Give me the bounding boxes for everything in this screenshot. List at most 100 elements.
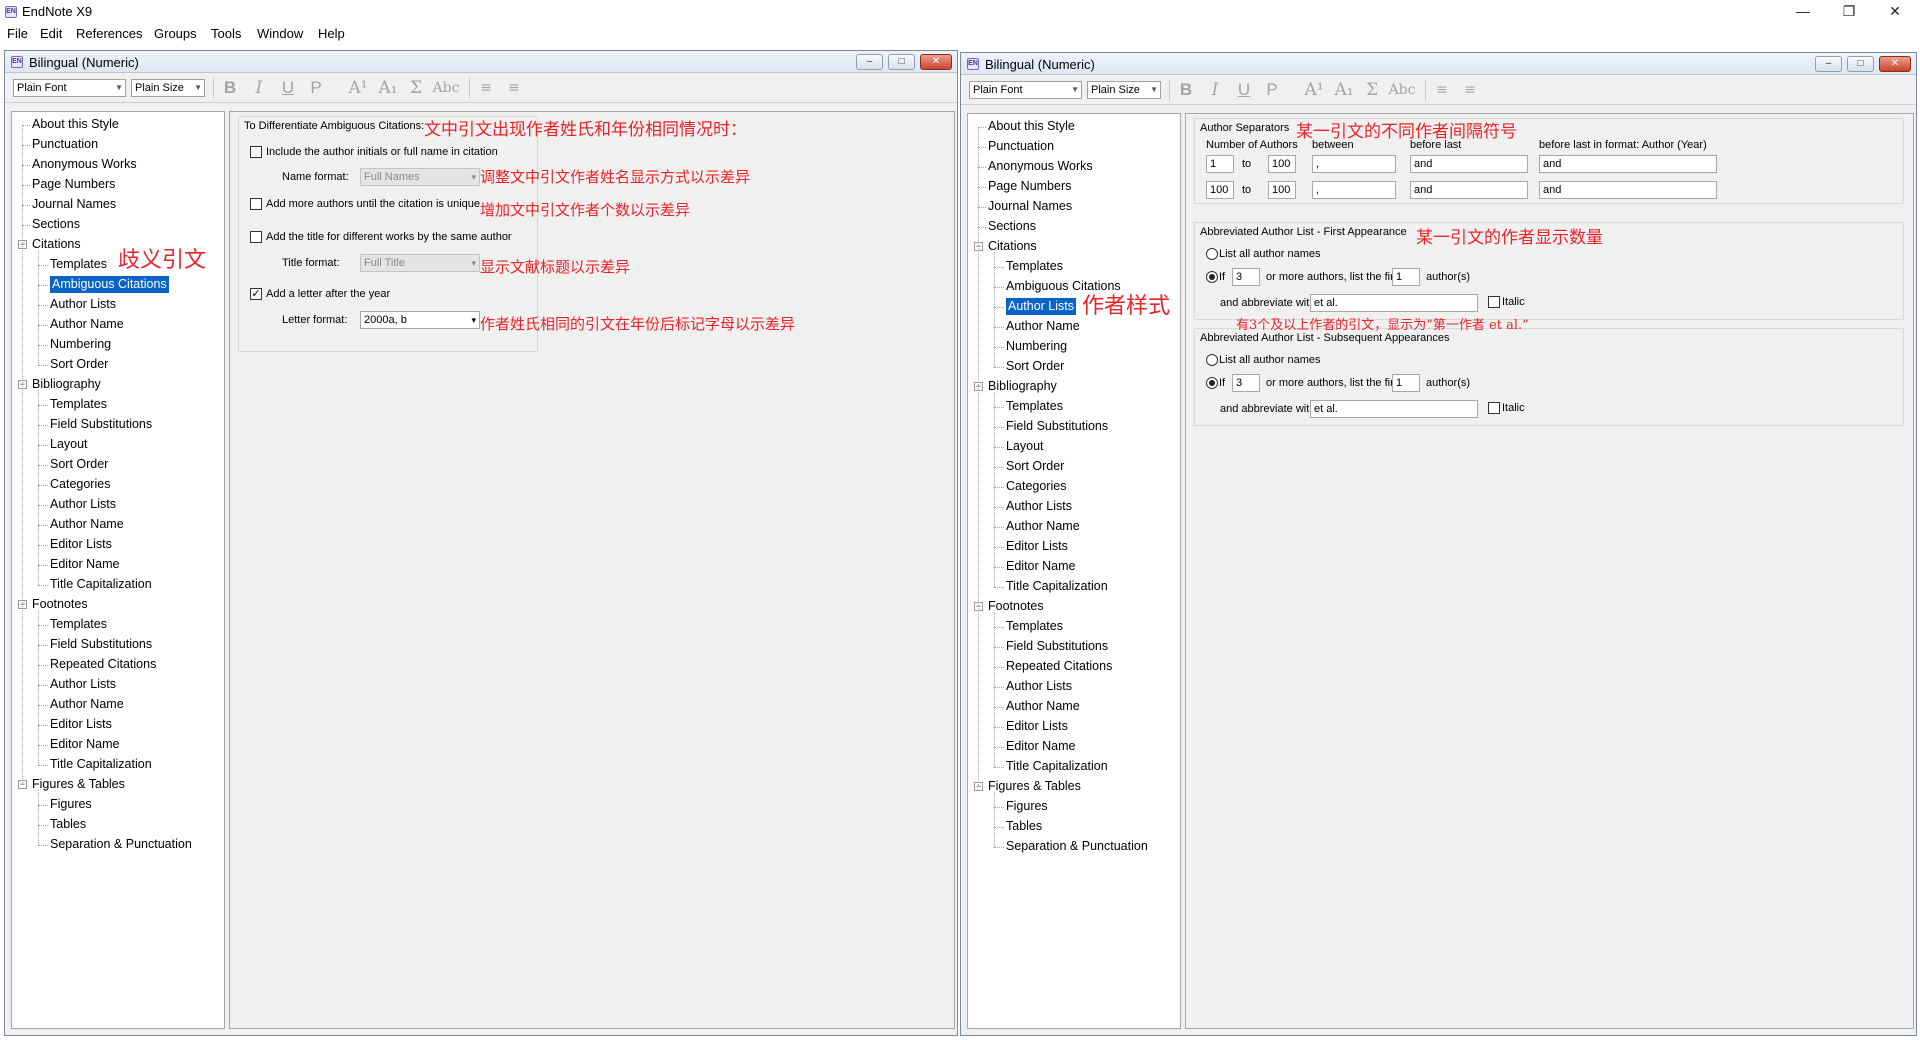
minimize-icon[interactable]: –	[1815, 56, 1842, 72]
tree-item-templates[interactable]: Templates	[1006, 258, 1063, 275]
maximize-icon[interactable]: □	[888, 54, 915, 70]
tree-item-separation-punctuation[interactable]: Separation & Punctuation	[50, 836, 192, 853]
add-authors-checkbox[interactable]	[250, 198, 262, 210]
menu-help[interactable]: Help	[318, 26, 345, 41]
tree-item-author-name[interactable]: Author Name	[50, 316, 124, 333]
tree-item-punctuation[interactable]: Punctuation	[32, 136, 98, 153]
abbreviate-input[interactable]: et al.	[1310, 400, 1478, 418]
minimize-icon[interactable]: —	[1780, 0, 1826, 22]
tree-item-field-substitutions[interactable]: Field Substitutions	[50, 416, 152, 433]
tree-item-bibliography[interactable]: Bibliography	[988, 378, 1057, 395]
row1-before-last-input[interactable]: and	[1410, 155, 1528, 173]
tree-item-editor-name[interactable]: Editor Name	[50, 556, 119, 573]
menu-window[interactable]: Window	[257, 26, 303, 41]
row2-before-last-format-input[interactable]: and	[1539, 181, 1717, 199]
tree-item-field-substitutions[interactable]: Field Substitutions	[50, 636, 152, 653]
row1-before-last-format-input[interactable]: and	[1539, 155, 1717, 173]
italic-button[interactable]: I	[248, 78, 270, 98]
small-caps-button[interactable]: Abc	[431, 78, 461, 98]
superscript-button[interactable]: A¹	[345, 78, 371, 98]
tree-item-journal-names[interactable]: Journal Names	[32, 196, 116, 213]
tree-item-bibliography[interactable]: Bibliography	[32, 376, 101, 393]
tree-item-figures[interactable]: Figures	[1006, 798, 1048, 815]
symbol-button[interactable]: Σ	[1361, 80, 1383, 100]
row2-to-input[interactable]: 100	[1268, 181, 1296, 199]
tree-item-anonymous-works[interactable]: Anonymous Works	[988, 158, 1093, 175]
size-select[interactable]: Plain Size ▼	[1087, 81, 1161, 99]
menu-edit[interactable]: Edit	[40, 26, 62, 41]
tree-item-author-name[interactable]: Author Name	[50, 696, 124, 713]
bold-button[interactable]: B	[219, 78, 241, 98]
symbol-button[interactable]: Σ	[405, 78, 427, 98]
tree-item-title-capitalization[interactable]: Title Capitalization	[1006, 578, 1108, 595]
align-left-icon[interactable]: ≡	[1431, 80, 1453, 100]
tree-item-journal-names[interactable]: Journal Names	[988, 198, 1072, 215]
if-radio[interactable]	[1206, 271, 1218, 283]
row1-to-input[interactable]: 100	[1268, 155, 1296, 173]
tree-item-title-capitalization[interactable]: Title Capitalization	[1006, 758, 1108, 775]
tree-item-repeated-citations[interactable]: Repeated Citations	[1006, 658, 1112, 675]
tree-item-sort-order[interactable]: Sort Order	[50, 456, 108, 473]
tree-item-categories[interactable]: Categories	[50, 476, 110, 493]
plain-button[interactable]: P	[1261, 80, 1283, 100]
tree-item-editor-lists[interactable]: Editor Lists	[50, 536, 112, 553]
tree-item-footnotes[interactable]: Footnotes	[988, 598, 1044, 615]
tree-item-numbering[interactable]: Numbering	[1006, 338, 1067, 355]
italic-button[interactable]: I	[1204, 80, 1226, 100]
tree-item-sort-order[interactable]: Sort Order	[1006, 358, 1064, 375]
bold-button[interactable]: B	[1175, 80, 1197, 100]
first-count-input[interactable]: 1	[1392, 374, 1420, 392]
tree-item-separation-punctuation[interactable]: Separation & Punctuation	[1006, 838, 1148, 855]
menu-references[interactable]: References	[76, 26, 142, 41]
superscript-button[interactable]: A¹	[1301, 80, 1327, 100]
minimize-icon[interactable]: –	[856, 54, 883, 70]
tree-item-templates[interactable]: Templates	[50, 396, 107, 413]
tree-item-author-lists[interactable]: Author Lists	[50, 496, 116, 513]
tree-item-author-lists[interactable]: Author Lists	[1006, 678, 1072, 695]
tree-item-layout[interactable]: Layout	[1006, 438, 1044, 455]
letter-format-select[interactable]: 2000a, b ▾	[360, 311, 480, 329]
size-select[interactable]: Plain Size ▼	[131, 79, 205, 97]
tree-item-editor-lists[interactable]: Editor Lists	[1006, 538, 1068, 555]
tree-item-tables[interactable]: Tables	[50, 816, 86, 833]
tree-item-templates[interactable]: Templates	[50, 616, 107, 633]
row2-between-input[interactable]: ,	[1312, 181, 1396, 199]
tree-item-tables[interactable]: Tables	[1006, 818, 1042, 835]
row1-between-input[interactable]: ,	[1312, 155, 1396, 173]
small-caps-button[interactable]: Abc	[1387, 80, 1417, 100]
include-initials-checkbox[interactable]	[250, 146, 262, 158]
list-all-radio[interactable]	[1206, 354, 1218, 366]
tree-item-templates[interactable]: Templates	[50, 256, 107, 273]
row2-before-last-input[interactable]: and	[1410, 181, 1528, 199]
plain-button[interactable]: P	[305, 78, 327, 98]
first-count-input[interactable]: 1	[1392, 268, 1420, 286]
close-icon[interactable]: ✕	[920, 54, 952, 70]
tree-item-anonymous-works[interactable]: Anonymous Works	[32, 156, 137, 173]
tree-item-editor-name[interactable]: Editor Name	[50, 736, 119, 753]
title-format-select[interactable]: Full Title ▾	[360, 254, 480, 272]
tree-item-field-substitutions[interactable]: Field Substitutions	[1006, 418, 1108, 435]
list-all-radio[interactable]	[1206, 248, 1218, 260]
tree-item-figures-tables[interactable]: Figures & Tables	[32, 776, 125, 793]
tree-item-title-capitalization[interactable]: Title Capitalization	[50, 756, 152, 773]
font-select[interactable]: Plain Font ▼	[13, 79, 126, 97]
tree-item-templates[interactable]: Templates	[1006, 398, 1063, 415]
tree-item-repeated-citations[interactable]: Repeated Citations	[50, 656, 156, 673]
tree-item-templates[interactable]: Templates	[1006, 618, 1063, 635]
subscript-button[interactable]: A₁	[1331, 80, 1357, 100]
tree-item-sections[interactable]: Sections	[32, 216, 80, 233]
subscript-button[interactable]: A₁	[375, 78, 401, 98]
tree-item-editor-lists[interactable]: Editor Lists	[50, 716, 112, 733]
tree-item-punctuation[interactable]: Punctuation	[988, 138, 1054, 155]
tree-item-author-name[interactable]: Author Name	[50, 516, 124, 533]
tree-item-figures[interactable]: Figures	[50, 796, 92, 813]
if-radio[interactable]	[1206, 377, 1218, 389]
tree-item-page-numbers[interactable]: Page Numbers	[988, 178, 1071, 195]
tree-item-about-this-style[interactable]: About this Style	[32, 116, 119, 133]
add-letter-checkbox[interactable]: ✓	[250, 288, 262, 300]
italic-checkbox[interactable]	[1488, 296, 1500, 308]
align-center-icon[interactable]: ≡	[503, 78, 525, 98]
if-count-input[interactable]: 3	[1232, 268, 1260, 286]
abbreviate-input[interactable]: et al.	[1310, 294, 1478, 312]
restore-icon[interactable]: ❐	[1826, 0, 1872, 22]
